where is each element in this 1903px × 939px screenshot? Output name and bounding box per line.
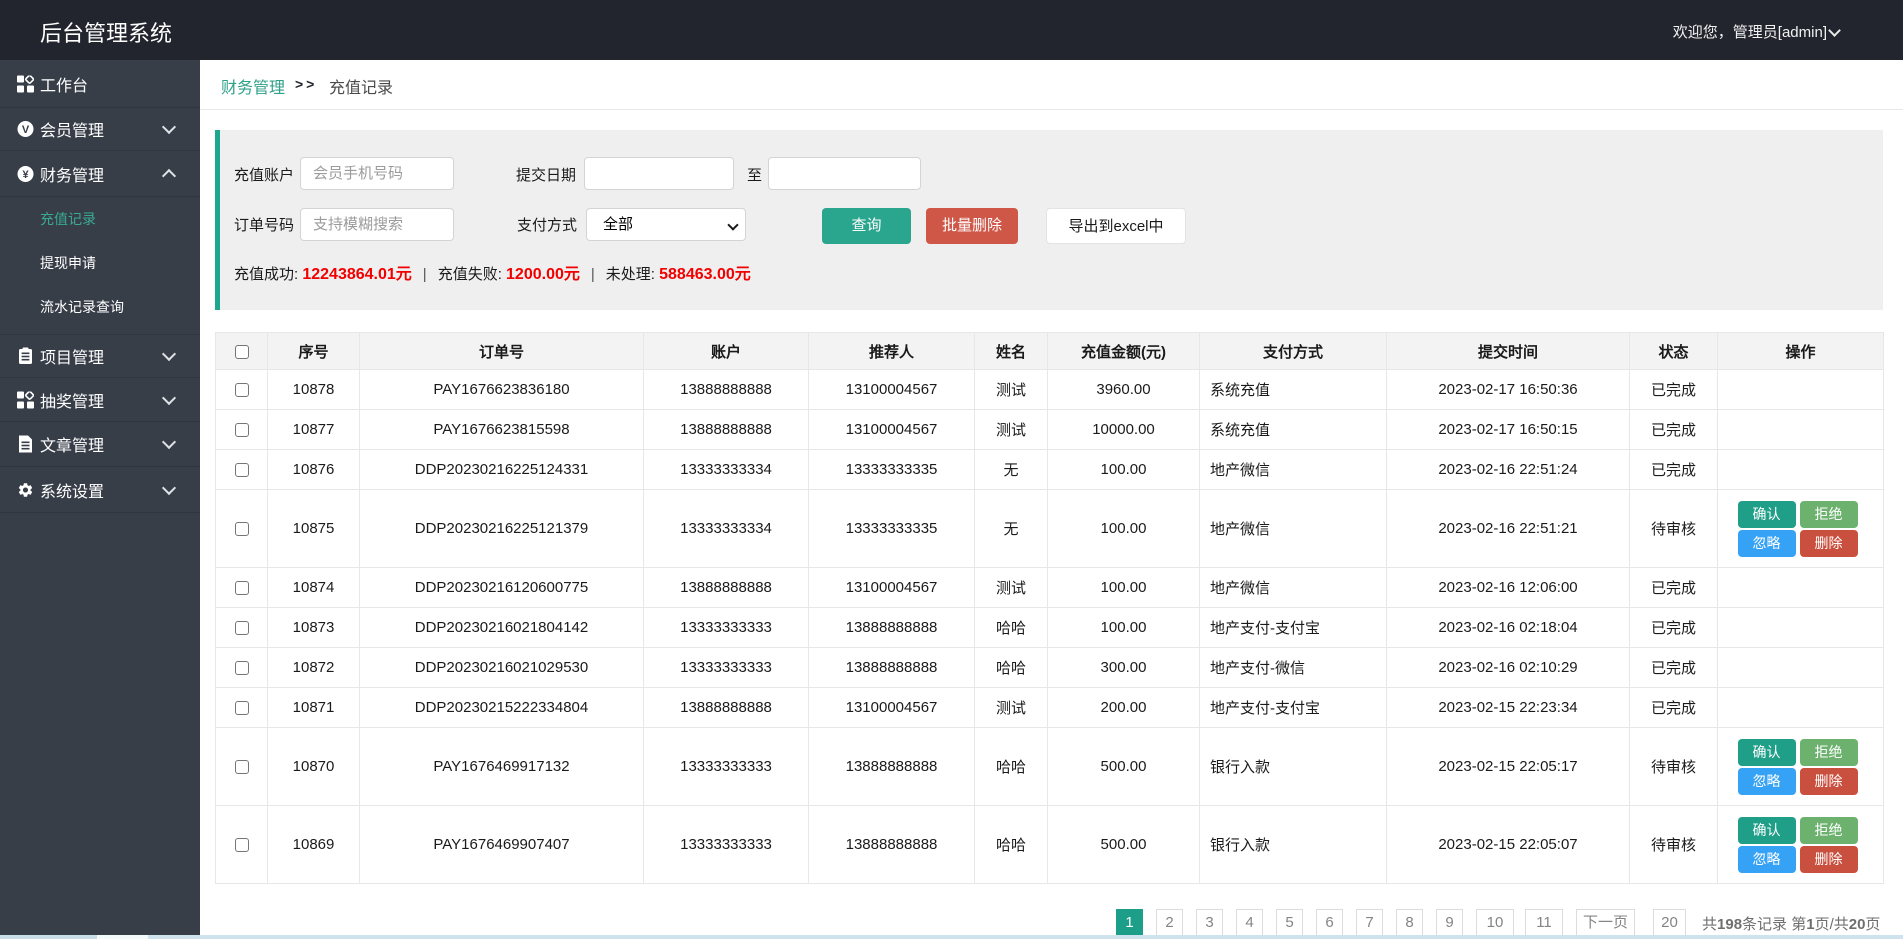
svg-text:¥: ¥ (22, 168, 29, 180)
svg-text:V: V (22, 124, 30, 136)
